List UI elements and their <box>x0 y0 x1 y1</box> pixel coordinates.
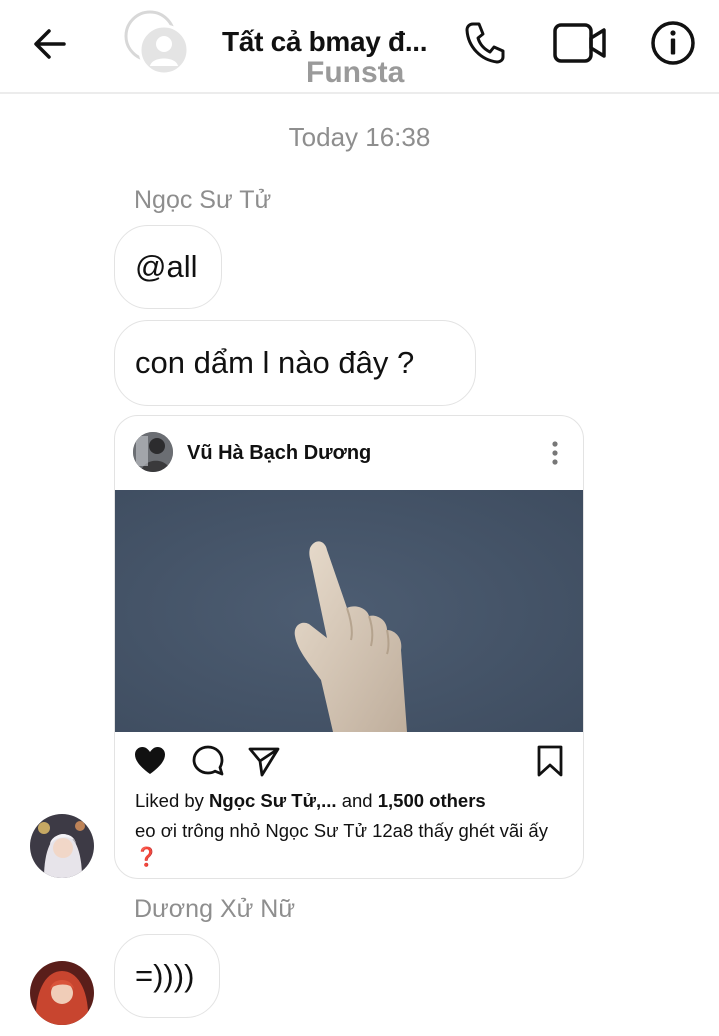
info-icon <box>651 21 695 65</box>
message-text: con dẩm l nào đây ? <box>135 345 415 380</box>
sender-name: Dương Xử Nữ <box>134 895 296 923</box>
voice-call-button[interactable] <box>462 20 506 66</box>
shared-post-card[interactable]: Vũ Hà Bạch Dương Liked by Ngọc Sư Tử,...… <box>114 415 584 879</box>
chat-title[interactable]: Tất cả bmay đ... <box>222 26 428 58</box>
video-call-button[interactable] <box>552 22 608 64</box>
message-bubble[interactable]: =)))) <box>114 934 220 1018</box>
heart-icon <box>135 747 165 774</box>
like-button[interactable] <box>133 744 167 778</box>
post-caption: eo ơi trông nhỏ Ngọc Sư Tử 12a8 thấy ghé… <box>135 818 575 870</box>
group-avatar-placeholder-icon <box>124 10 190 76</box>
question-emoji: ❓ <box>135 846 159 867</box>
phone-icon <box>465 22 505 64</box>
group-avatar[interactable] <box>124 10 190 76</box>
info-button[interactable] <box>650 20 696 66</box>
chat-header: Tất cả bmay đ... Funsta <box>0 0 719 94</box>
bookmark-icon <box>537 745 563 777</box>
sender-avatar[interactable] <box>30 814 94 878</box>
message-text: =)))) <box>135 958 195 993</box>
video-camera-icon <box>553 23 606 63</box>
post-action-bar <box>115 742 583 786</box>
liked-count-link[interactable]: 1,500 others <box>378 790 486 811</box>
back-button[interactable] <box>30 24 70 64</box>
comment-bubble-icon <box>192 745 224 776</box>
caption-text: eo ơi trông nhỏ Ngọc Sư Tử 12a8 thấy ghé… <box>135 820 548 841</box>
sender-avatar[interactable] <box>30 961 94 1025</box>
post-image[interactable] <box>115 490 583 732</box>
post-more-button[interactable] <box>545 440 565 466</box>
share-button[interactable] <box>247 744 281 778</box>
save-button[interactable] <box>533 744 567 778</box>
message-bubble[interactable]: con dẩm l nào đây ? <box>114 320 476 406</box>
funsta-watermark: Funsta <box>306 56 405 89</box>
liked-prefix: Liked by <box>135 790 210 811</box>
liked-by-line: Liked by Ngọc Sư Tử,... and 1,500 others <box>135 790 486 812</box>
liked-mid: and <box>336 790 378 811</box>
liked-user-link[interactable]: Ngọc Sư Tử,... <box>209 790 337 811</box>
send-paper-plane-icon <box>248 747 280 777</box>
message-text: @all <box>135 249 198 284</box>
more-vertical-icon <box>552 441 558 465</box>
raised-hand-photo <box>115 490 583 732</box>
chat-timestamp: Today 16:38 <box>288 122 431 152</box>
post-author-avatar[interactable] <box>133 432 173 472</box>
sender-name: Ngọc Sư Tử <box>134 186 272 214</box>
post-author-name[interactable]: Vũ Hà Bạch Dương <box>187 442 371 465</box>
message-bubble[interactable]: @all <box>114 225 222 309</box>
back-arrow-icon <box>34 29 66 59</box>
comment-button[interactable] <box>191 744 225 778</box>
